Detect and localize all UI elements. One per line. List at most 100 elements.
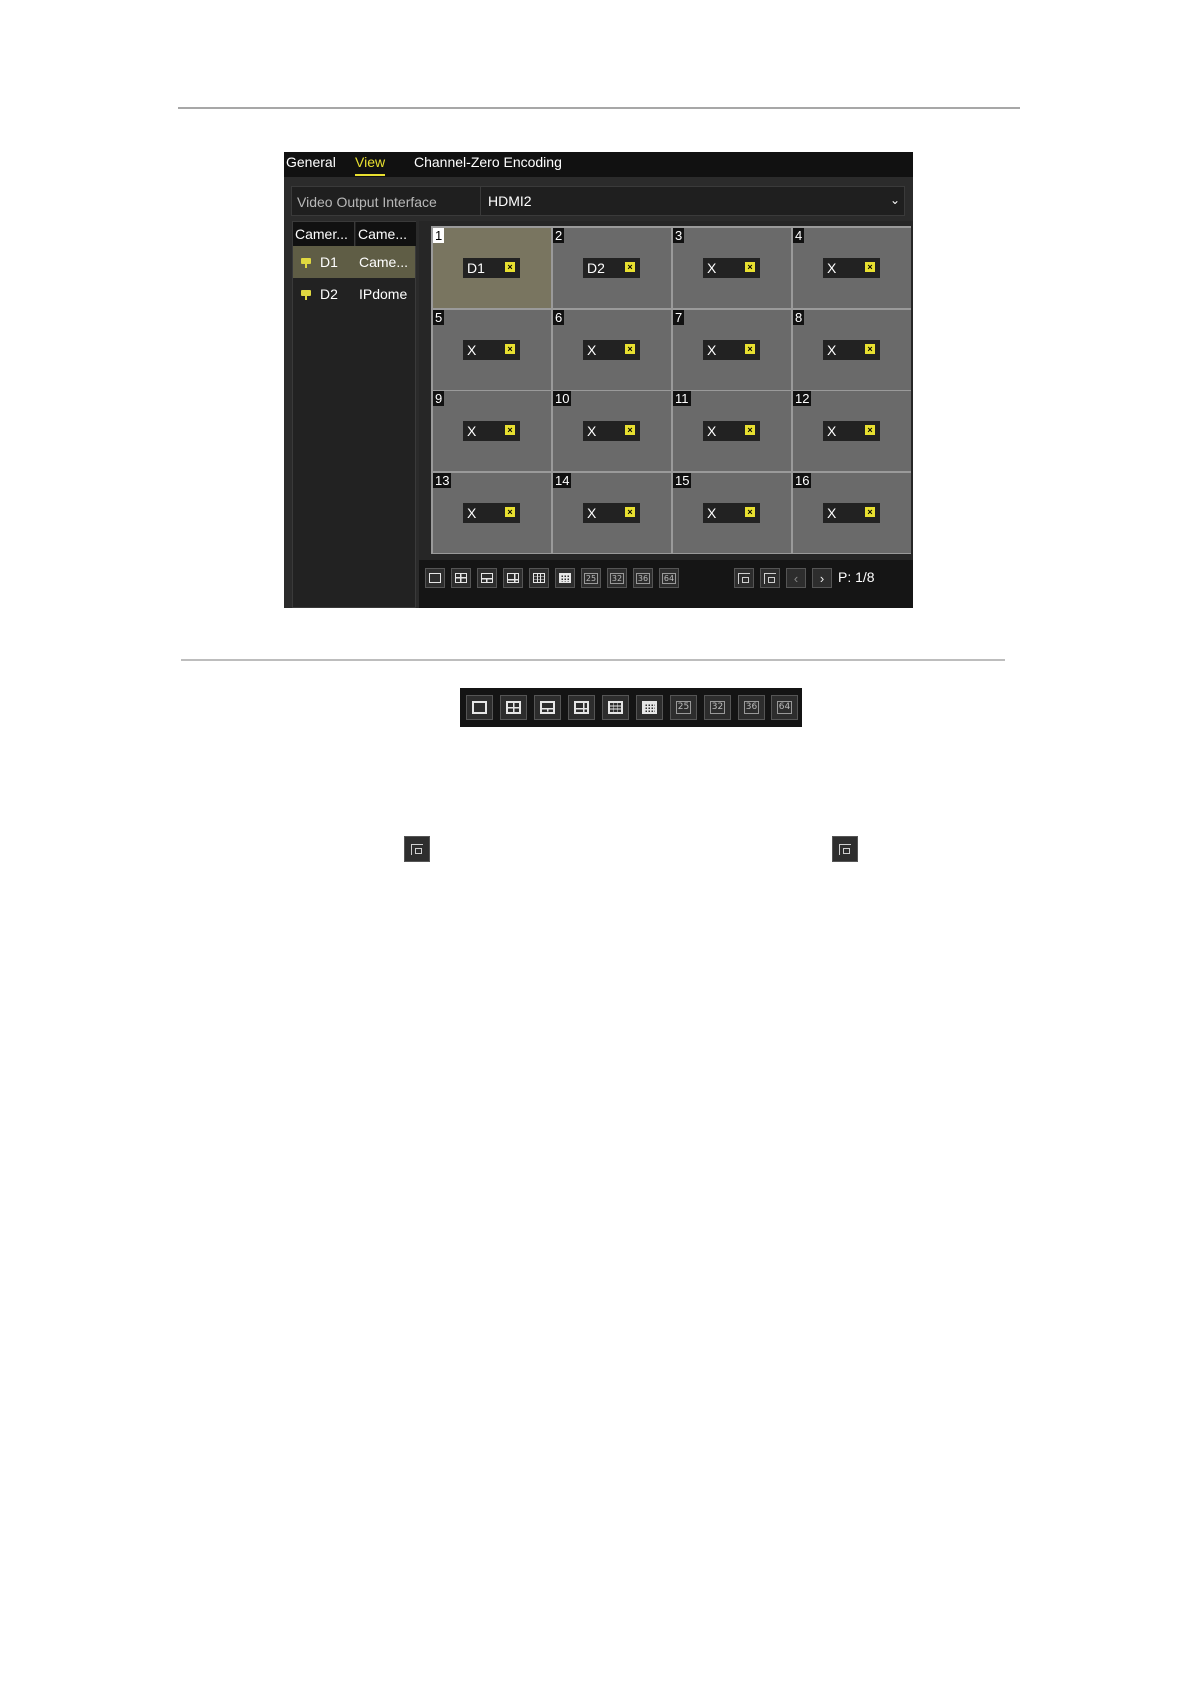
layout-1-button[interactable]: [466, 695, 493, 720]
column-header-camera-no[interactable]: Camer...: [293, 222, 355, 246]
layout-8-button[interactable]: [568, 695, 595, 720]
cell-camera-chip: X ×: [823, 421, 880, 441]
cell-camera-chip: X ×: [583, 339, 640, 360]
middle-rule: [181, 659, 1005, 661]
layout-16-button[interactable]: [555, 568, 575, 588]
cell-camera-label: X: [707, 260, 717, 276]
layout-9-button[interactable]: [529, 568, 549, 588]
quad-window-icon: [506, 701, 521, 714]
close-icon[interactable]: ×: [505, 262, 515, 272]
tab-general[interactable]: General: [286, 154, 336, 170]
close-icon[interactable]: ×: [505, 343, 515, 354]
layout-64-button[interactable]: 64: [659, 568, 679, 588]
layout-32-button[interactable]: 32: [704, 695, 731, 720]
view-cell-6[interactable]: 6 X ×: [553, 309, 671, 390]
cell-camera-label: X: [707, 423, 717, 439]
close-icon[interactable]: ×: [745, 262, 755, 272]
video-output-select[interactable]: HDMI2: [488, 193, 532, 209]
close-icon[interactable]: ×: [865, 425, 875, 435]
tab-channel-zero-encoding[interactable]: Channel-Zero Encoding: [414, 154, 562, 170]
single-window-icon: [472, 701, 487, 714]
view-cell-9[interactable]: 9 X ×: [433, 391, 551, 471]
cell-camera-chip: X ×: [703, 502, 760, 523]
view-cell-14[interactable]: 14 X ×: [553, 472, 671, 553]
cell-number: 9: [433, 391, 445, 406]
view-cell-8[interactable]: 8 X ×: [793, 309, 911, 390]
single-window-icon: [429, 573, 441, 583]
view-cell-7[interactable]: 7 X ×: [673, 309, 791, 390]
video-output-interface-row: Video Output Interface HDMI2 ⌄: [291, 186, 905, 216]
camera-row-d1[interactable]: D1 Came...: [293, 246, 415, 278]
view-cell-13[interactable]: 13 X ×: [433, 472, 551, 553]
cell-camera-chip: X ×: [823, 502, 880, 523]
view-cell-16[interactable]: 16 X ×: [793, 472, 911, 553]
tab-view[interactable]: View: [355, 154, 386, 176]
divider: [480, 187, 481, 215]
layout-4-button[interactable]: [451, 568, 471, 588]
stop-live-view-icon: [832, 836, 858, 862]
cell-camera-chip: X ×: [463, 421, 520, 441]
eight-window-icon: [507, 573, 519, 583]
close-icon[interactable]: ×: [625, 343, 635, 354]
view-cell-15[interactable]: 15 X ×: [673, 472, 791, 553]
close-icon[interactable]: ×: [865, 506, 875, 517]
cell-number: 12: [793, 391, 812, 406]
start-live-view-icon: [404, 836, 430, 862]
sixteen-window-icon: [559, 573, 571, 583]
view-cell-3[interactable]: 3 X ×: [673, 228, 791, 308]
sixteen-window-icon: [642, 701, 657, 714]
view-cell-11[interactable]: 11 X ×: [673, 391, 791, 471]
cell-camera-label: X: [827, 341, 837, 358]
layout-6-button[interactable]: [477, 568, 497, 588]
layout-64-icon: 64: [776, 701, 793, 714]
close-icon[interactable]: ×: [745, 343, 755, 354]
view-cell-4[interactable]: 4 X ×: [793, 228, 911, 308]
next-page-button[interactable]: ›: [812, 568, 832, 588]
close-icon[interactable]: ×: [505, 506, 515, 517]
camera-icon: [301, 290, 311, 300]
layout-9-button[interactable]: [602, 695, 629, 720]
layout-16-button[interactable]: [636, 695, 663, 720]
eight-window-icon: [574, 701, 589, 714]
quad-window-icon: [455, 573, 467, 583]
chevron-down-icon[interactable]: ⌄: [890, 193, 900, 207]
layout-32-icon: 32: [609, 572, 625, 584]
layout-36-button[interactable]: 36: [738, 695, 765, 720]
close-icon[interactable]: ×: [625, 425, 635, 435]
close-icon[interactable]: ×: [625, 506, 635, 517]
layout-4-button[interactable]: [500, 695, 527, 720]
close-icon[interactable]: ×: [865, 262, 875, 272]
cell-camera-label: X: [587, 341, 597, 358]
sequence-stop-icon: [764, 572, 776, 584]
layout-36-button[interactable]: 36: [633, 568, 653, 588]
close-icon[interactable]: ×: [505, 425, 515, 435]
nine-window-icon: [533, 573, 545, 583]
view-cell-12[interactable]: 12 X ×: [793, 391, 911, 471]
layout-1-button[interactable]: [425, 568, 445, 588]
camera-row-d2[interactable]: D2 IPdome: [293, 278, 415, 310]
close-icon[interactable]: ×: [625, 262, 635, 272]
prev-page-button[interactable]: ‹: [786, 568, 806, 588]
stop-live-view-button[interactable]: [760, 568, 780, 588]
sequence-start-icon: [411, 843, 423, 855]
start-live-view-button[interactable]: [734, 568, 754, 588]
layout-25-icon: 25: [675, 701, 692, 714]
layout-6-button[interactable]: [534, 695, 561, 720]
layout-25-button[interactable]: 25: [670, 695, 697, 720]
view-cell-5[interactable]: 5 X ×: [433, 309, 551, 390]
view-cell-1[interactable]: 1 D1 ×: [433, 228, 551, 308]
chevron-left-icon: ‹: [793, 570, 799, 586]
layout-64-button[interactable]: 64: [771, 695, 798, 720]
close-icon[interactable]: ×: [745, 425, 755, 435]
layout-25-button[interactable]: 25: [581, 568, 601, 588]
close-icon[interactable]: ×: [745, 506, 755, 517]
view-cell-10[interactable]: 10 X ×: [553, 391, 671, 471]
view-cell-2[interactable]: 2 D2 ×: [553, 228, 671, 308]
layout-32-button[interactable]: 32: [607, 568, 627, 588]
tab-bar: General View Channel-Zero Encoding: [284, 152, 913, 177]
layout-toolbar-detail: 25 32 36 64: [460, 688, 802, 727]
camera-id: D1: [320, 254, 338, 270]
close-icon[interactable]: ×: [865, 343, 875, 354]
column-header-camera-name[interactable]: Came...: [356, 222, 416, 246]
layout-8-button[interactable]: [503, 568, 523, 588]
